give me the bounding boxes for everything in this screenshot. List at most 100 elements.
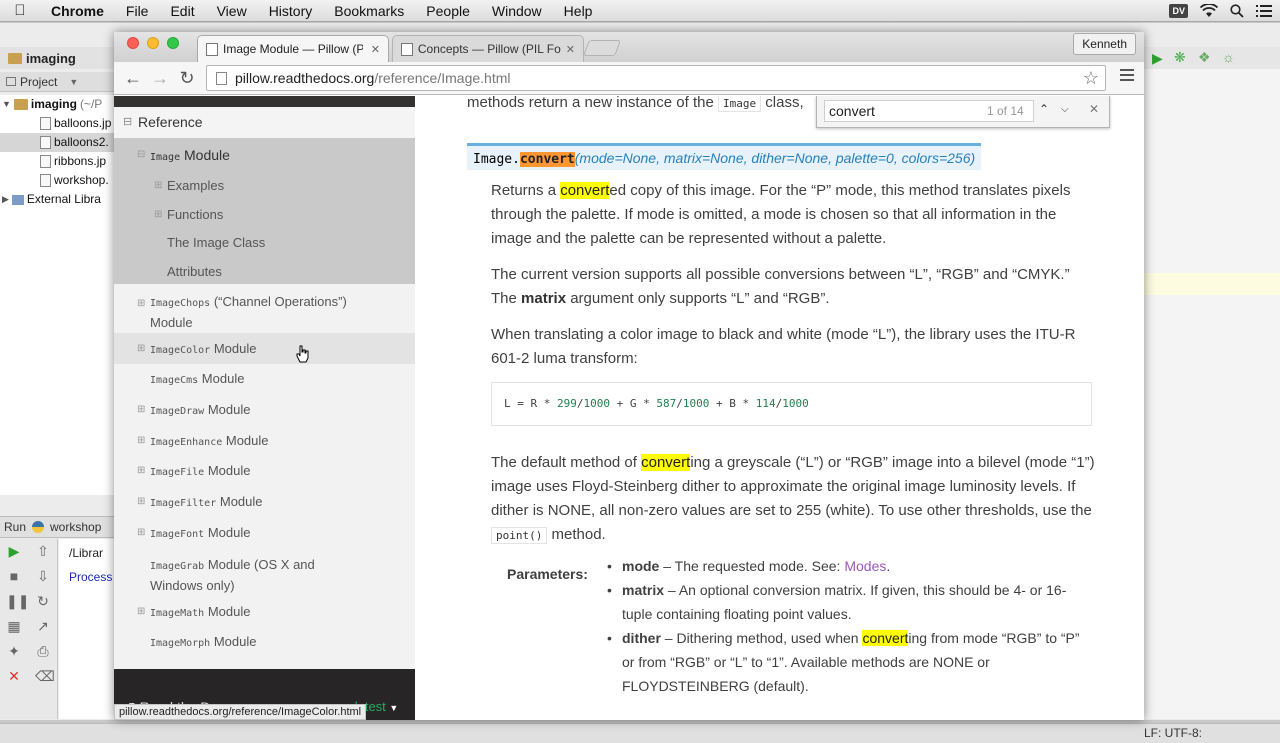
toggle-plus-icon[interactable]: ⊞ [137, 343, 145, 354]
bookmark-star-icon[interactable]: ☆ [1083, 66, 1099, 90]
toggle-plus-icon[interactable]: ⊞ [137, 606, 145, 617]
doc-body: methods return a new instance of the Ima… [415, 96, 1144, 720]
print-icon[interactable]: ⎙ [35, 643, 51, 660]
sidebar-item-image-class[interactable]: The Image Class [167, 235, 265, 250]
triangle-right-icon[interactable]: ▶ [2, 190, 9, 209]
menu-file[interactable]: File [115, 0, 160, 22]
back-button[interactable]: ← [122, 67, 144, 89]
module-label: Module [219, 494, 263, 509]
ide-console[interactable]: /Librar Process [59, 539, 116, 719]
ide-run-header[interactable]: Run workshop [0, 516, 116, 538]
trash-icon[interactable]: ⌫ [35, 668, 55, 685]
tree-item-file[interactable]: balloons.jp [0, 114, 116, 133]
toggle-plus-icon[interactable]: ⊞ [154, 209, 162, 220]
sidebar-item-imagemath[interactable]: ⊞ ImageMath Module [137, 604, 250, 619]
stop-icon[interactable]: ■ [6, 568, 22, 584]
tree-item-root[interactable]: ▼ imaging (~/P [0, 95, 116, 114]
list-menu-icon[interactable] [1256, 5, 1272, 17]
status-badge[interactable]: DV [1169, 4, 1188, 18]
chevron-down-icon[interactable]: ▼ [69, 77, 78, 87]
close-tab-icon[interactable]: ✕ [566, 43, 575, 56]
sidebar-item-attributes[interactable]: Attributes [167, 264, 222, 279]
menu-view[interactable]: View [206, 0, 258, 22]
close-icon[interactable]: ✕ [6, 668, 22, 685]
arrow-down-icon[interactable]: ⇩ [35, 568, 51, 585]
find-previous-button[interactable]: ⌃ [1039, 102, 1049, 116]
status-bar-encoding[interactable]: LF: UTF-8: [1144, 726, 1202, 740]
wifi-icon[interactable] [1200, 4, 1218, 18]
sidebar-item-imagefont[interactable]: ⊞ ImageFont Module [137, 525, 250, 540]
pause-icon[interactable]: ❚❚ [6, 593, 29, 610]
menu-edit[interactable]: Edit [159, 0, 205, 22]
sidebar-item-image-module[interactable]: ⊟ Image Module [137, 147, 230, 163]
python-icon [32, 521, 45, 533]
toggle-minus-icon[interactable]: ⊟ [137, 149, 145, 160]
sidebar-item-imagegrab[interactable]: ImageGrab Module (OS X and Windows only) [150, 555, 315, 595]
run-icon[interactable]: ▶ [1152, 50, 1163, 67]
sidebar-item-imagecms[interactable]: ImageCms Module [150, 371, 244, 386]
sidebar-item-functions[interactable]: ⊞ Functions [154, 207, 223, 222]
sidebar-item-imagecolor[interactable]: ⊞ ImageColor Module [137, 341, 257, 356]
sidebar-item-imagedraw[interactable]: ⊞ ImageDraw Module [137, 402, 250, 417]
export-icon[interactable]: ↗ [35, 618, 51, 635]
tree-item-file[interactable]: ribbons.jp [0, 152, 116, 171]
menu-window[interactable]: Window [481, 0, 553, 22]
modes-link[interactable]: Modes [844, 558, 886, 574]
address-bar[interactable]: pillow.readthedocs.org/reference/Image.h… [206, 65, 1106, 91]
tab-title: Concepts — Pillow (PIL Fo [417, 42, 561, 56]
toggle-plus-icon[interactable]: ⊞ [137, 465, 145, 476]
code-block[interactable]: L = R * 299/1000 + G * 587/1000 + B * 11… [491, 382, 1092, 426]
tree-item-file[interactable]: workshop. [0, 171, 116, 190]
zoom-window-button[interactable] [167, 37, 179, 49]
link-status-bubble: pillow.readthedocs.org/reference/ImageCo… [114, 704, 367, 720]
chrome-menu-icon[interactable] [1120, 69, 1134, 84]
layout-icon[interactable]: ▦ [6, 618, 22, 635]
minimize-window-button[interactable] [147, 37, 159, 49]
ide-project-tree: ▼ imaging (~/P balloons.jp balloons2. ri… [0, 95, 116, 495]
triangle-down-icon[interactable]: ▼ [2, 95, 11, 114]
menu-people[interactable]: People [415, 0, 481, 22]
close-window-button[interactable] [127, 37, 139, 49]
run-icon[interactable]: ▶ [6, 543, 22, 560]
tab-image-module[interactable]: Image Module — Pillow (P ✕ [197, 35, 389, 62]
sidebar-item-imagefile[interactable]: ⊞ ImageFile Module [137, 463, 250, 478]
search-icon[interactable] [1230, 4, 1244, 18]
pin-icon[interactable]: ✦ [6, 643, 22, 660]
sidebar-item-imagechops[interactable]: ⊞ ImageChops (“Channel Operations”) Modu… [137, 292, 347, 332]
menu-history[interactable]: History [258, 0, 324, 22]
apple-icon[interactable]:  [0, 2, 40, 19]
find-next-button[interactable]: ⌵ [1061, 104, 1069, 115]
debug-icon[interactable]: ❋ [1174, 49, 1186, 66]
tab-concepts[interactable]: Concepts — Pillow (PIL Fo ✕ [392, 35, 584, 62]
sidebar-item-imagefilter[interactable]: ⊞ ImageFilter Module [137, 494, 263, 509]
toggle-plus-icon[interactable]: ⊞ [137, 435, 145, 446]
toggle-plus-icon[interactable]: ⊞ [137, 496, 145, 507]
find-close-button[interactable]: ✕ [1089, 102, 1099, 116]
menu-app-name[interactable]: Chrome [40, 0, 115, 22]
close-tab-icon[interactable]: ✕ [371, 43, 380, 56]
new-tab-button[interactable] [583, 40, 621, 56]
toggle-plus-icon[interactable]: ⊞ [137, 404, 145, 415]
sidebar-item-imagemorph[interactable]: ImageMorph Module [150, 634, 256, 649]
ide-project-tab[interactable]: imaging [0, 47, 116, 69]
arrow-up-icon[interactable]: ⇧ [35, 543, 51, 560]
profile-icon[interactable]: ☼ [1222, 49, 1235, 65]
tree-item-file[interactable]: balloons2. [0, 133, 116, 152]
profile-button[interactable]: Kenneth [1073, 33, 1136, 55]
menu-help[interactable]: Help [553, 0, 604, 22]
toggle-plus-icon[interactable]: ⊞ [154, 180, 162, 191]
wrap-icon[interactable]: ↻ [35, 593, 51, 610]
toggle-minus-icon[interactable]: ⊟ [123, 107, 132, 138]
toggle-plus-icon[interactable]: ⊞ [137, 294, 145, 313]
forward-button[interactable]: → [149, 67, 171, 89]
reload-button[interactable]: ↻ [176, 67, 198, 89]
sidebar-item-reference[interactable]: ⊟ Reference [114, 107, 415, 138]
tree-item-libraries[interactable]: ▶ External Libra [0, 190, 116, 209]
sidebar-item-examples[interactable]: ⊞ Examples [154, 178, 224, 193]
sidebar-item-imageenhance[interactable]: ⊞ ImageEnhance Module [137, 433, 269, 448]
ide-project-panel-header[interactable]: Project ▼ [0, 72, 116, 92]
menu-bookmarks[interactable]: Bookmarks [323, 0, 415, 22]
coverage-icon[interactable]: ❖ [1198, 49, 1211, 66]
toggle-plus-icon[interactable]: ⊞ [137, 527, 145, 538]
module-label: Module [213, 341, 257, 356]
